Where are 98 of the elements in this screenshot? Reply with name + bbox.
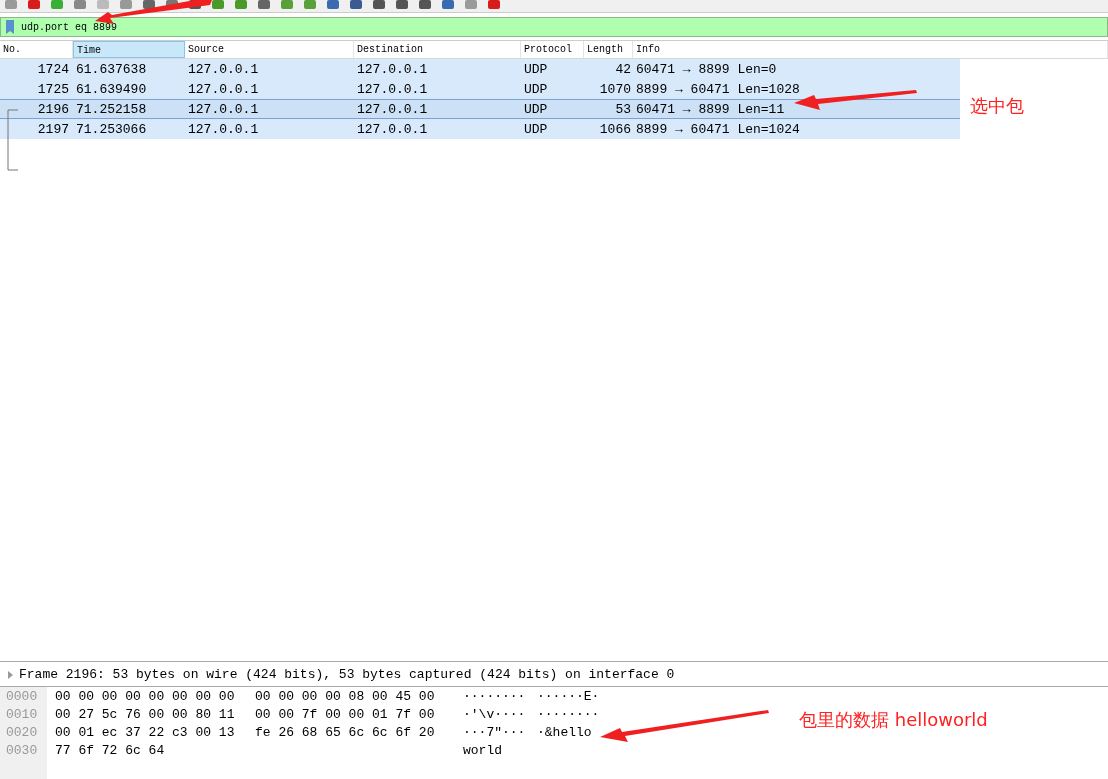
table-cell-text: UDP	[523, 121, 549, 137]
table-cell-text: 127.0.0.1	[187, 81, 260, 97]
hex-bytes: 00 00 00 00 00 00 00 00	[55, 688, 236, 706]
toolbar-glyph-icon	[119, 0, 133, 10]
ascii-bytes: ···7"···	[463, 724, 527, 742]
table-cell-text: 60471 → 8899 Len=11	[635, 101, 786, 117]
toolbar-glyph-icon	[349, 0, 363, 10]
toolbar-glyph-icon	[487, 0, 501, 10]
column-header[interactable]: Destination	[354, 41, 521, 58]
hex-bytes: 00 00 7f 00 00 01 7f 00	[255, 706, 436, 724]
table-cell-text: 60471 → 8899 Len=0	[635, 61, 778, 77]
toolbar-glyph-icon	[211, 0, 225, 10]
toolbar-glyph-icon	[4, 0, 18, 10]
hex-bytes: fe 26 68 65 6c 6c 6f 20	[255, 724, 436, 742]
table-cell-text: UDP	[523, 61, 549, 77]
ascii-bytes: world	[463, 742, 503, 760]
toolbar-button[interactable]	[234, 0, 248, 10]
column-header[interactable]: Protocol	[521, 41, 584, 58]
table-cell-text: 71.252158	[75, 101, 148, 117]
table-cell-text: 2196	[36, 101, 70, 117]
table-cell-text: UDP	[523, 101, 549, 117]
ascii-bytes: ·'\v····	[463, 706, 527, 724]
toolbar-glyph-icon	[50, 0, 64, 10]
table-cell-text: 1070	[598, 81, 632, 97]
toolbar-glyph-icon	[142, 0, 156, 10]
toolbar-button[interactable]	[349, 0, 363, 10]
table-cell-text: 71.253066	[75, 121, 148, 137]
offset-text: 0030	[5, 742, 39, 760]
packet-row[interactable]: 1724 61.637638 127.0.0.1 127.0.0.1 UDP 42 60471 → 8899 Len=0	[0, 59, 960, 79]
toolbar-button[interactable]	[487, 0, 501, 10]
toolbar-glyph-icon	[441, 0, 455, 10]
toolbar-button[interactable]	[257, 0, 271, 10]
toolbar-button[interactable]	[73, 0, 87, 10]
hex-bytes: 77 6f 72 6c 64	[55, 742, 166, 760]
table-cell-text: 127.0.0.1	[187, 101, 260, 117]
ascii-bytes: ········	[537, 706, 600, 724]
ascii-bytes: ······E·	[537, 688, 600, 706]
table-cell-text: 8899 → 60471 Len=1028	[635, 81, 801, 97]
table-cell-text: 53	[614, 101, 632, 117]
column-header[interactable]: Info	[633, 41, 1108, 58]
offset-text: 0000	[5, 688, 39, 706]
table-cell-text: UDP	[523, 81, 549, 97]
column-header[interactable]: Time	[73, 41, 185, 58]
table-cell-text: 1066	[598, 121, 632, 137]
toolbar-glyph-icon	[395, 0, 409, 10]
bookmark-icon[interactable]	[3, 19, 17, 35]
table-cell-text: 1725	[36, 81, 70, 97]
toolbar-glyph-icon	[418, 0, 432, 10]
packet-row[interactable]: 2197 71.253066 127.0.0.1 127.0.0.1 UDP 1066 8899 → 60471 Len=1024	[0, 119, 960, 139]
toolbar-button[interactable]	[142, 0, 156, 10]
ascii-bytes: ········	[463, 688, 527, 706]
toolbar-glyph-icon	[73, 0, 87, 10]
ascii-bytes: ·&hello	[537, 724, 593, 742]
offset-text: 0020	[5, 724, 39, 742]
toolbar-glyph-icon	[464, 0, 478, 10]
toolbar-button[interactable]	[372, 0, 386, 10]
table-cell-text: 127.0.0.1	[356, 81, 429, 97]
toolbar-button[interactable]	[395, 0, 409, 10]
column-header[interactable]: Length	[584, 41, 633, 58]
packet-row[interactable]: 1725 61.639490 127.0.0.1 127.0.0.1 UDP 1070 8899 → 60471 Len=1028	[0, 79, 960, 99]
toolbar-glyph-icon	[234, 0, 248, 10]
hex-bytes: 00 27 5c 76 00 00 80 11	[55, 706, 236, 724]
offset-text: 0010	[5, 706, 39, 724]
hex-bytes: 00 00 00 00 08 00 45 00	[255, 688, 436, 706]
table-cell-text: 127.0.0.1	[187, 61, 260, 77]
annotation-label: 包里的数据 helloworld	[799, 708, 988, 732]
table-cell-text: 61.639490	[75, 81, 148, 97]
display-filter-field[interactable]: udp.port eq 8899	[21, 21, 117, 33]
toolbar-button[interactable]	[27, 0, 41, 10]
packet-row[interactable]: 2196 71.252158 127.0.0.1 127.0.0.1 UDP 53 60471 → 8899 Len=11	[0, 99, 960, 119]
toolbar-glyph-icon	[372, 0, 386, 10]
toolbar-glyph-icon	[303, 0, 317, 10]
expand-arrow-icon[interactable]	[8, 670, 13, 679]
toolbar-glyph-icon	[280, 0, 294, 10]
toolbar-glyph-icon	[257, 0, 271, 10]
table-cell-text: 127.0.0.1	[356, 101, 429, 117]
toolbar-button[interactable]	[303, 0, 317, 10]
toolbar-button[interactable]	[441, 0, 455, 10]
toolbar-glyph-icon	[27, 0, 41, 10]
table-cell-text: 127.0.0.1	[356, 61, 429, 77]
detail-line[interactable]: Frame 2196: 53 bytes on wire (424 bits), 53 bytes captured (424 bits) on interface 0	[19, 667, 675, 682]
table-cell-text: 127.0.0.1	[356, 121, 429, 137]
column-header[interactable]: Source	[185, 41, 354, 58]
table-cell-text: 8899 → 60471 Len=1024	[635, 121, 801, 137]
toolbar-glyph-icon	[96, 0, 110, 10]
toolbar-button[interactable]	[211, 0, 225, 10]
conversation-bracket	[7, 109, 19, 171]
toolbar-button[interactable]	[418, 0, 432, 10]
table-cell-text: 61.637638	[75, 61, 148, 77]
table-cell-text: 127.0.0.1	[187, 121, 260, 137]
table-cell-text: 2197	[36, 121, 70, 137]
toolbar-button[interactable]	[280, 0, 294, 10]
table-cell-text: 42	[614, 61, 632, 77]
hex-bytes: 00 01 ec 37 22 c3 00 13	[55, 724, 236, 742]
toolbar-glyph-icon	[326, 0, 340, 10]
annotation-label: 选中包	[970, 94, 1024, 118]
table-cell-text: 1724	[36, 61, 70, 77]
toolbar-button[interactable]	[326, 0, 340, 10]
